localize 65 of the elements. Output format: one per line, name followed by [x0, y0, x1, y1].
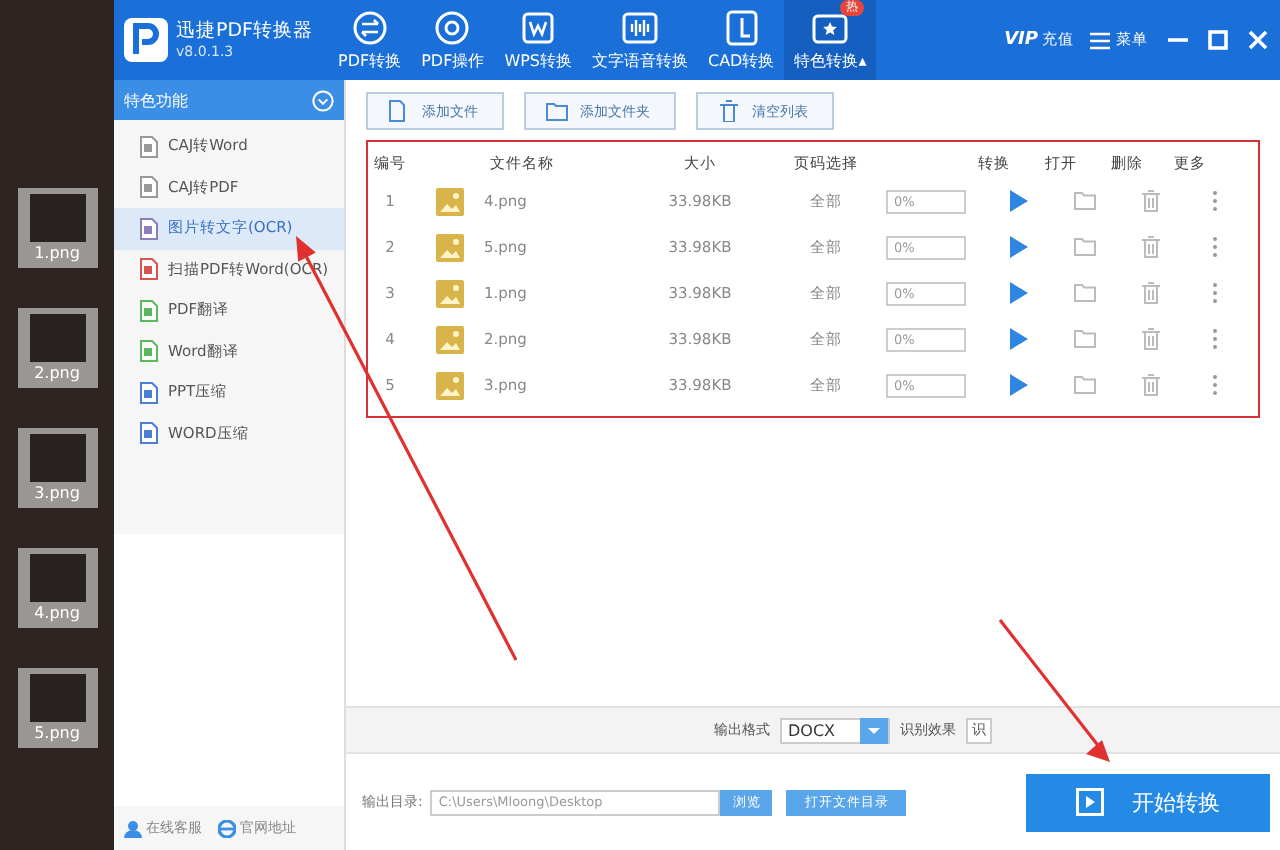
more-icon[interactable] — [1211, 374, 1217, 396]
more-icon[interactable] — [1211, 236, 1217, 258]
file-icon — [140, 422, 158, 445]
trash-icon[interactable] — [1142, 374, 1160, 396]
document-icon — [520, 9, 557, 45]
convert-icon — [351, 9, 388, 45]
desktop-icon[interactable]: 1.png — [17, 188, 97, 268]
file-icon — [140, 217, 158, 240]
file-icon — [140, 258, 158, 281]
document-icon — [723, 9, 760, 45]
sidebar-header[interactable]: 特色功能 — [114, 80, 344, 120]
disc-icon — [434, 9, 471, 45]
person-icon — [124, 819, 142, 837]
desktop-icon[interactable]: 5.png — [17, 668, 97, 748]
trash-icon[interactable] — [1142, 190, 1160, 212]
folder-icon[interactable] — [1074, 284, 1096, 302]
file-icon — [140, 135, 158, 158]
trash-icon[interactable] — [1142, 236, 1160, 258]
trash-icon — [718, 100, 740, 122]
nav-tab[interactable]: WPS转换 — [494, 0, 582, 80]
nav-tab[interactable]: CAD转换 — [698, 0, 785, 80]
desktop-icon[interactable]: 2.png — [17, 308, 97, 388]
more-icon[interactable] — [1211, 328, 1217, 350]
play-icon[interactable] — [1009, 236, 1027, 258]
folder-icon — [546, 100, 568, 122]
nav-tab[interactable]: 文字语音转换 — [582, 0, 698, 80]
folder-icon[interactable] — [1074, 330, 1096, 348]
chevron-down-icon — [312, 89, 334, 111]
nav-tab[interactable]: PDF操作 — [411, 0, 495, 80]
image-file-icon — [436, 187, 464, 215]
more-icon[interactable] — [1211, 282, 1217, 304]
play-icon[interactable] — [1009, 374, 1027, 396]
folder-icon[interactable] — [1074, 238, 1096, 256]
play-icon — [1076, 788, 1104, 816]
file-icon — [140, 299, 158, 322]
logo-icon — [124, 18, 168, 62]
play-icon[interactable] — [1009, 328, 1027, 350]
file-icon — [140, 340, 158, 363]
play-icon[interactable] — [1009, 190, 1027, 212]
image-file-icon — [436, 279, 464, 307]
file-icon — [140, 381, 158, 404]
image-file-icon — [436, 233, 464, 261]
folder-icon[interactable] — [1074, 376, 1096, 394]
file-icon — [388, 100, 410, 122]
maximize-button[interactable] — [1204, 26, 1232, 54]
image-file-icon — [436, 325, 464, 353]
play-icon[interactable] — [1009, 282, 1027, 304]
close-icon — [1248, 30, 1268, 50]
maximize-icon — [1208, 30, 1228, 50]
desktop-icon[interactable]: 3.png — [17, 428, 97, 508]
menu-icon — [1090, 31, 1110, 49]
trash-icon[interactable] — [1142, 328, 1160, 350]
trash-icon[interactable] — [1142, 282, 1160, 304]
folder-icon[interactable] — [1074, 192, 1096, 210]
file-icon — [140, 176, 158, 199]
app-title: 迅捷PDF转换器 — [176, 19, 312, 43]
start-convert-button[interactable]: 开始转换 — [1026, 773, 1270, 831]
waveform-icon — [622, 9, 658, 45]
image-file-icon — [436, 371, 464, 399]
close-button[interactable] — [1244, 26, 1272, 54]
globe-icon — [218, 819, 236, 837]
format-dropdown[interactable]: DOCX — [780, 717, 890, 743]
nav-tab[interactable]: PDF转换 — [328, 0, 412, 80]
more-icon[interactable] — [1211, 190, 1217, 212]
desktop-icon[interactable]: 4.png — [17, 548, 97, 628]
